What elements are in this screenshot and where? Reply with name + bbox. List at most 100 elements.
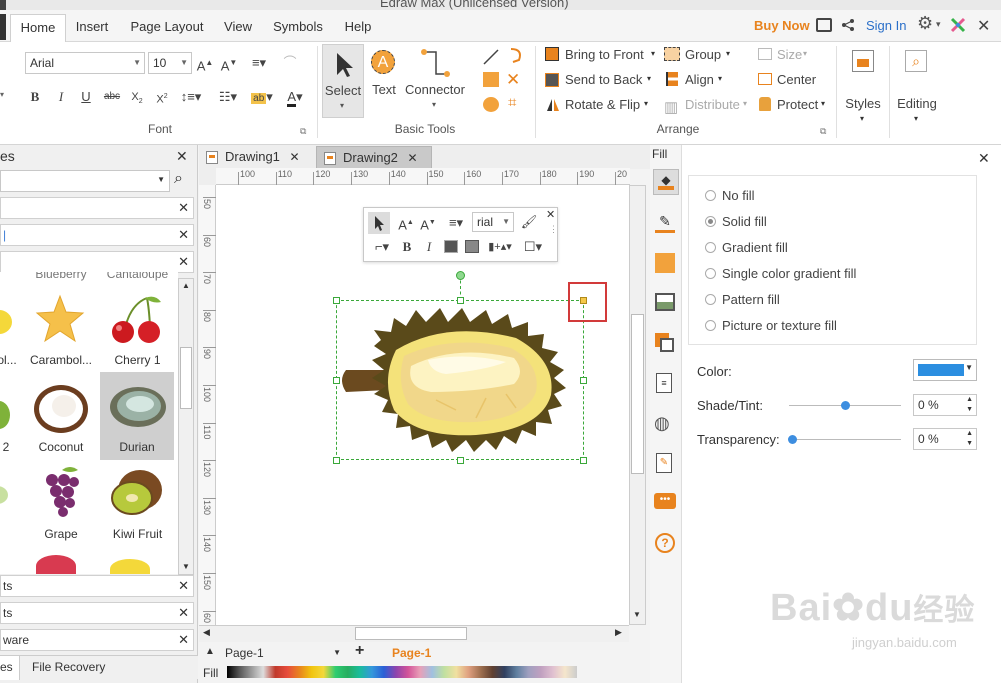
increase-font-icon[interactable]: A▲ — [196, 54, 214, 75]
center-button[interactable]: Center — [777, 72, 816, 87]
close-icon[interactable]: ✕ — [178, 225, 189, 245]
shape-partial-bottom[interactable] — [110, 559, 150, 574]
chevron-down-icon[interactable]: ▾ — [726, 49, 730, 58]
close-icon[interactable]: ✕ — [408, 151, 418, 165]
radio-gradient-fill[interactable]: Gradient fill — [705, 240, 788, 255]
radio-solid-fill[interactable]: Solid fill — [705, 214, 767, 229]
chevron-down-icon[interactable]: ▾ — [647, 74, 651, 83]
canvas-vertical-scrollbar[interactable]: ▼ — [629, 185, 646, 625]
chevron-down-icon[interactable]: ▾ — [743, 99, 747, 108]
library-category-row[interactable]: ware ✕ — [0, 629, 194, 651]
radio-picture-texture-fill[interactable]: Picture or texture fill — [705, 318, 837, 333]
connector-tool-button[interactable]: Connector ▾ — [404, 44, 466, 118]
highlight-icon[interactable]: ab ▾ — [248, 88, 276, 108]
chevron-down-icon[interactable]: ▾ — [644, 99, 648, 108]
floating-font-select[interactable]: rial ▼ — [472, 212, 514, 232]
radio-no-fill[interactable]: No fill — [705, 188, 755, 203]
tab-help[interactable]: Help — [336, 14, 380, 42]
transparency-slider-knob[interactable] — [788, 435, 797, 444]
chevron-down-icon[interactable]: ▾ — [821, 99, 825, 108]
shadow-tab-icon[interactable] — [655, 253, 675, 273]
tab-insert[interactable]: Insert — [68, 14, 116, 42]
text-align-icon[interactable]: ≡▾ — [444, 214, 468, 232]
tab-drawing2[interactable]: Drawing2 ✕ — [316, 146, 432, 169]
tab-home[interactable]: Home — [10, 14, 66, 43]
rotation-handle[interactable] — [456, 271, 465, 280]
library-category-row[interactable]: ✕ — [0, 197, 194, 219]
format-painter-icon[interactable]: 🖌 — [520, 213, 538, 231]
buy-now-link[interactable]: Buy Now — [754, 18, 810, 33]
transparency-input[interactable]: 0 % ▲ ▼ — [913, 428, 977, 450]
chevron-down-icon[interactable]: ▾ — [718, 74, 722, 83]
radio-single-color-gradient-fill[interactable]: Single color gradient fill — [705, 266, 856, 281]
apps-icon[interactable] — [950, 17, 966, 33]
close-icon[interactable]: ✕ — [978, 150, 990, 167]
decrease-font-icon[interactable]: A▼ — [420, 214, 436, 234]
line-tab-icon[interactable]: ✎ — [655, 213, 675, 233]
radio-pattern-fill[interactable]: Pattern fill — [705, 292, 780, 307]
group-icon[interactable]: ▮+▴▾ — [486, 238, 514, 256]
fill-tab-button[interactable]: ◆ — [653, 169, 679, 195]
styles-button[interactable]: Styles ▾ — [840, 44, 886, 130]
chevron-down-icon[interactable]: ▾ — [936, 19, 941, 30]
close-icon[interactable]: ✕ — [546, 208, 555, 221]
cross-tool-icon[interactable]: ✕ — [506, 70, 520, 90]
bring-front-icon[interactable] — [444, 240, 458, 253]
library-category-row[interactable]: | ✕ — [0, 224, 194, 246]
italic-icon[interactable]: I — [53, 88, 69, 106]
crop-tool-icon[interactable]: ⌗ — [508, 94, 516, 111]
comment-icon[interactable]: ••• — [654, 493, 676, 509]
select-tool-button[interactable]: Select ▾ — [322, 44, 364, 118]
arrange-dialog-launcher-icon[interactable]: ⧉ — [820, 126, 826, 137]
send-back-icon[interactable] — [465, 240, 479, 253]
gear-icon[interactable]: ⚙ — [917, 13, 933, 34]
library-scrollbar[interactable]: ▲ ▼ — [178, 278, 194, 575]
image-tab-icon[interactable] — [655, 293, 675, 311]
subscript-icon[interactable]: X2 — [128, 88, 146, 111]
library-search-input[interactable]: ▼ — [0, 170, 170, 192]
shape-partial[interactable] — [0, 472, 20, 532]
close-icon[interactable]: ✕ — [178, 576, 189, 596]
connector-style-icon[interactable]: ⌐▾ — [370, 238, 394, 256]
close-icon[interactable]: ✕ — [290, 150, 300, 164]
close-icon[interactable]: ✕ — [178, 198, 189, 218]
superscript-icon[interactable]: X2 — [153, 88, 171, 109]
durian-shape[interactable] — [336, 300, 586, 460]
globe-icon[interactable]: ◍ — [654, 413, 670, 434]
chevron-up-icon[interactable]: ▲ — [182, 281, 190, 290]
line-style-icon[interactable]: ☐▾ — [520, 238, 546, 256]
color-swatches[interactable] — [227, 666, 577, 678]
more-icon[interactable]: ⋮ — [549, 224, 558, 235]
font-size-select[interactable]: 10 ▼ — [148, 52, 192, 74]
attachment-tab-icon[interactable]: ✎ — [656, 453, 672, 473]
library-category-row[interactable]: ts ✕ — [0, 575, 194, 597]
cart-icon[interactable] — [816, 18, 832, 32]
underline-icon[interactable]: U — [78, 88, 94, 106]
page-select[interactable]: Page-1 ▼ — [225, 644, 345, 662]
font-dialog-launcher-icon[interactable]: ⧉ — [300, 126, 306, 137]
file-menu-edge[interactable] — [0, 14, 6, 40]
page-tab-active[interactable]: Page-1 — [392, 646, 431, 660]
library-category-row[interactable]: ✕ — [0, 251, 194, 273]
font-color-icon[interactable]: A▾ — [283, 88, 307, 107]
ellipse-tool-icon[interactable] — [483, 97, 499, 112]
close-icon[interactable]: ✕ — [178, 630, 189, 650]
tab-symbols[interactable]: Symbols — [266, 14, 330, 42]
close-icon[interactable]: ✕ — [176, 148, 188, 165]
chevron-down-icon[interactable]: ▾ — [803, 49, 807, 58]
tab-drawing1[interactable]: Drawing1 ✕ — [199, 146, 309, 169]
search-icon[interactable]: ⌕ — [174, 170, 183, 188]
bold-icon[interactable]: B — [400, 238, 414, 256]
select-pointer-button[interactable] — [368, 212, 390, 234]
sign-in-link[interactable]: Sign In — [866, 18, 906, 33]
bold-icon[interactable]: B — [27, 88, 43, 106]
increase-font-icon[interactable]: A▲ — [398, 214, 414, 234]
close-icon[interactable]: ✕ — [977, 16, 990, 36]
stepper-icon[interactable]: ▲ ▼ — [966, 395, 973, 415]
protect-button[interactable]: Protect — [777, 97, 818, 112]
format-painter-icon[interactable]: ⌒ — [279, 54, 301, 72]
font-family-select[interactable]: Arial ▼ — [25, 52, 145, 74]
scrollbar-thumb[interactable] — [631, 314, 644, 474]
chevron-up-icon[interactable]: ▲ — [205, 646, 215, 657]
text-tool-button[interactable]: A Text — [367, 44, 401, 118]
